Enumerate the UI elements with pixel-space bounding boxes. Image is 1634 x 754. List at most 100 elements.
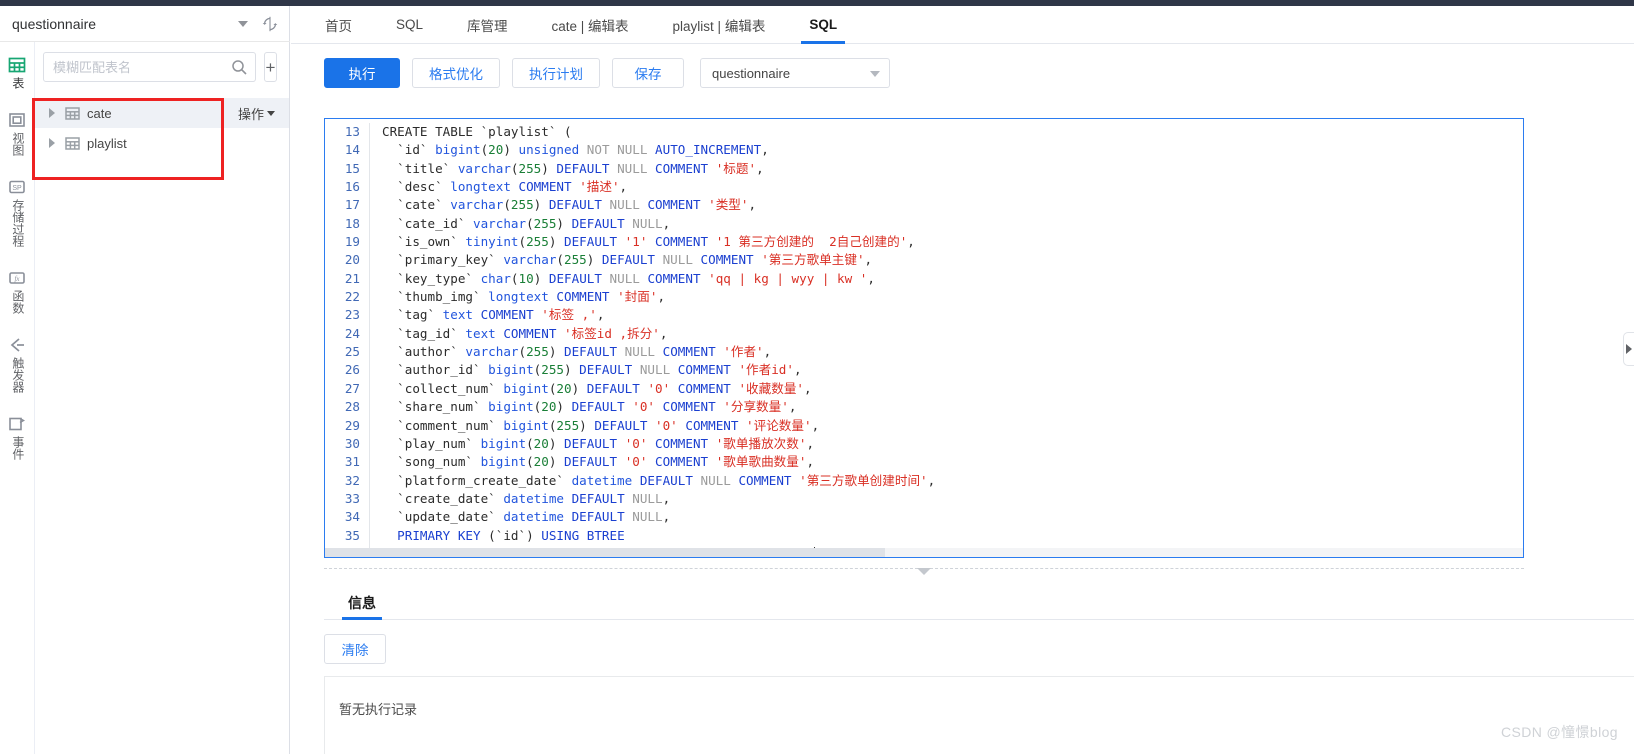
panel-splitter[interactable] [324,564,1524,582]
chevron-right-icon [1626,344,1632,354]
code-text: `is_own` tinyint(255) DEFAULT '1' COMMEN… [369,233,915,252]
code-line: 22 `thumb_img` longtext COMMENT '封面', [325,288,1523,307]
database-header[interactable]: questionnaire [0,6,290,42]
tab-db-manage[interactable]: 库管理 [445,6,530,43]
tab-cate-edit[interactable]: cate | 编辑表 [530,6,651,43]
code-line: 21 `key_type` char(10) DEFAULT NULL COMM… [325,269,1523,289]
line-number: 29 [344,417,360,433]
right-panel-expand-handle[interactable] [1623,332,1634,366]
table-row-action-label: 操作 [237,107,264,122]
splitter-grip-icon[interactable] [917,568,931,575]
sidebar-item-views[interactable]: 视图 [0,111,34,156]
tables-panel: + cate 操作 [35,42,289,754]
line-number: 34 [344,509,360,525]
line-number: 20 [344,252,360,268]
table-tree-item-cate[interactable]: cate 操作 [35,98,289,128]
save-button[interactable]: 保存 [612,58,684,88]
code-text: `primary_key` varchar(255) DEFAULT NULL … [369,251,872,270]
code-line: 19 `is_own` tinyint(255) DEFAULT '1' COM… [325,233,1523,252]
expand-triangle-icon[interactable] [49,138,55,148]
add-table-button[interactable]: + [264,52,277,82]
code-line: 30 `play_num` bigint(20) DEFAULT '0' COM… [325,434,1523,454]
code-text: `share_num` bigint(20) DEFAULT '0' COMME… [369,398,796,417]
line-number: 18 [344,215,360,231]
sidebar-item-triggers-label: 触发器 [10,357,25,393]
chevron-down-icon [267,111,275,116]
code-line: 27 `collect_num` bigint(20) DEFAULT '0' … [325,379,1523,399]
search-input[interactable] [44,59,255,75]
result-info-panel: 信息 清除 暂无执行记录 [324,586,1634,754]
code-line: 28 `share_num` bigint(20) DEFAULT '0' CO… [325,398,1523,417]
editor-horizontal-scrollbar[interactable] [325,548,1523,557]
line-number: 28 [344,399,360,415]
code-line: 15 `title` varchar(255) DEFAULT NULL COM… [325,159,1523,179]
code-text: `author_id` bigint(255) DEFAULT NULL COM… [369,361,802,380]
sidebar-item-views-label: 视图 [10,132,25,156]
sidebar-item-stored-procedures[interactable]: SP 存储过程 [0,178,34,247]
table-tree-item-playlist[interactable]: playlist [35,128,289,158]
info-actions-row: 清除 [324,620,1634,676]
sidebar-item-tables[interactable]: 表 [0,56,34,89]
table-grid-icon [8,56,26,74]
line-number: 27 [344,380,360,396]
execution-log-box: 暂无执行记录 [324,676,1634,754]
code-text: `author` varchar(255) DEFAULT NULL COMME… [369,343,771,362]
sidebar-item-events-label: 事件 [10,436,25,460]
table-search-row: + [35,42,289,90]
tab-sql-active[interactable]: SQL [787,6,859,44]
database-select[interactable]: questionnaire [700,58,890,88]
format-button[interactable]: 格式优化 [412,58,500,88]
tab-home[interactable]: 首页 [303,6,374,43]
expand-triangle-icon[interactable] [49,108,55,118]
trigger-icon [8,336,26,354]
line-number: 22 [344,289,360,305]
code-line: 33 `create_date` datetime DEFAULT NULL, [325,489,1523,509]
search-icon[interactable] [231,59,248,79]
clear-button[interactable]: 清除 [324,634,386,664]
code-text: `title` varchar(255) DEFAULT NULL COMMEN… [369,159,764,179]
svg-text:SP: SP [12,185,22,192]
table-icon [65,106,80,121]
chevron-down-icon[interactable] [238,20,248,27]
line-number: 33 [344,490,360,506]
line-number: 31 [344,454,360,470]
line-number: 26 [344,362,360,378]
line-number: 25 [344,344,360,360]
search-box[interactable] [43,52,256,82]
sidebar-item-functions[interactable]: fx 函数 [0,269,34,314]
sidebar-item-events[interactable]: 事件 [0,415,34,460]
sql-toolbar: 执行 格式优化 执行计划 保存 questionnaire [291,44,1634,100]
code-text: `song_num` bigint(20) DEFAULT '0' COMMEN… [369,453,814,472]
view-icon [8,111,26,129]
code-text: `desc` longtext COMMENT '描述', [369,178,627,197]
code-text: `tag_id` text COMMENT '标签id ,拆分', [369,324,667,344]
line-number: 19 [344,234,360,250]
sidebar-item-triggers[interactable]: 触发器 [0,336,34,393]
line-number: 21 [344,270,360,286]
tab-playlist-edit[interactable]: playlist | 编辑表 [651,6,788,43]
code-line: 34 `update_date` datetime DEFAULT NULL, [325,508,1523,527]
code-text: `cate` varchar(255) DEFAULT NULL COMMENT… [369,196,756,215]
code-line: 20 `primary_key` varchar(255) DEFAULT NU… [325,251,1523,270]
left-sidebar: questionnaire 表 视图 SP 存储过程 fx 函数 触发器 事件 … [0,6,290,754]
execute-button[interactable]: 执行 [324,58,400,88]
info-tab-bar: 信息 [324,586,1634,620]
sql-editor[interactable]: 13 CREATE TABLE `playlist` (14 `id` bigin… [324,118,1524,558]
app-root: questionnaire 表 视图 SP 存储过程 fx 函数 触发器 事件 … [0,0,1634,754]
line-number: 24 [344,325,360,341]
sidebar-item-functions-label: 函数 [10,290,25,314]
explain-plan-button[interactable]: 执行计划 [512,58,600,88]
refresh-icon[interactable] [262,16,278,32]
main-content: 首页 SQL 库管理 cate | 编辑表 playlist | 编辑表 SQL… [291,6,1634,754]
table-name-label: playlist [87,135,127,151]
sql-code-content[interactable]: 13 CREATE TABLE `playlist` (14 `id` bigin… [325,119,1523,557]
code-line: 24 `tag_id` text COMMENT '标签id ,拆分', [325,324,1523,344]
code-text: `comment_num` bigint(255) DEFAULT '0' CO… [369,416,819,435]
database-select-value: questionnaire [712,65,791,81]
chevron-down-icon [870,71,880,77]
tab-info[interactable]: 信息 [336,586,388,620]
table-row-action-menu[interactable]: 操作 [238,104,275,123]
table-tree: cate 操作 playlist [35,98,289,158]
tab-sql-1[interactable]: SQL [374,6,445,43]
code-text: `platform_create_date` datetime DEFAULT … [369,471,935,490]
